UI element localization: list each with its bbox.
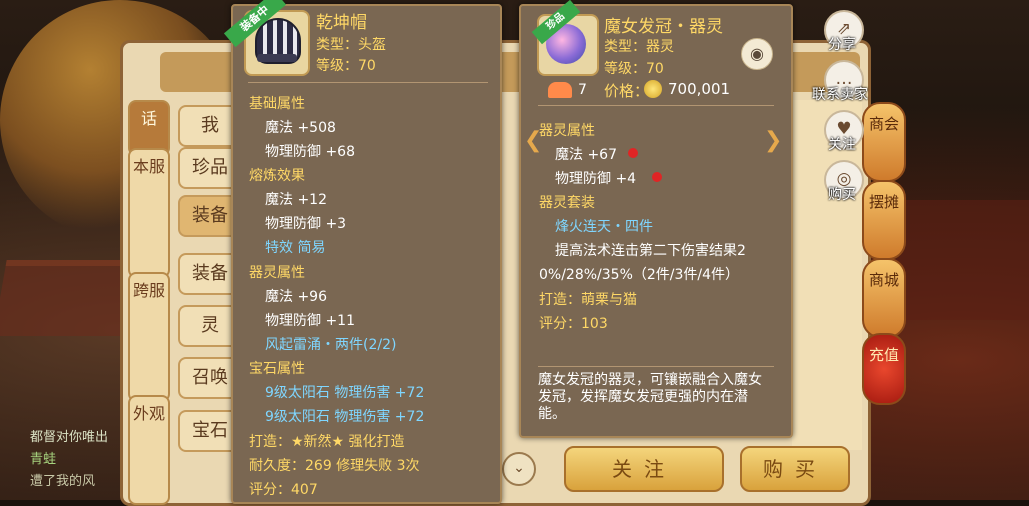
- section-title: 器灵套装: [539, 195, 595, 211]
- coin-icon: [644, 80, 662, 98]
- share-label[interactable]: 分享: [802, 34, 882, 54]
- buy-label[interactable]: 购买: [802, 184, 882, 204]
- red-gem-icon: [652, 172, 662, 182]
- score-line: 评分：103: [539, 316, 608, 332]
- like-count: 7: [578, 82, 587, 98]
- chat-line: 青蛙: [30, 452, 57, 467]
- eye-icon[interactable]: ◉: [741, 38, 773, 70]
- price-label: 价格：: [604, 82, 650, 100]
- price-value: 700,001: [668, 80, 731, 98]
- section-title: 器灵属性: [539, 123, 595, 139]
- red-gem-icon: [628, 148, 638, 158]
- item-name: 乾坤帽: [316, 13, 367, 33]
- score-line: 评分：407: [249, 482, 318, 498]
- follow-label[interactable]: 关注: [802, 134, 882, 154]
- item-type: 类型：器灵: [604, 39, 674, 55]
- divider: [248, 82, 488, 83]
- gem-line: 9级太阳石 物理伤害 +72: [265, 385, 425, 401]
- craft-line: 打造：★新然★ 强化打造: [249, 434, 405, 450]
- item-level: 等级：70: [316, 58, 376, 74]
- tab-local-server[interactable]: 本服: [128, 148, 170, 278]
- helmet-band: [257, 54, 297, 62]
- section-title: 基础属性: [249, 96, 305, 112]
- stat-line: 物理防御 +4: [555, 171, 637, 187]
- buy-button[interactable]: 购买: [740, 446, 850, 492]
- heart-icon: [548, 82, 572, 98]
- set-desc: 提高法术连击第二下伤害结果2: [555, 243, 746, 259]
- follow-button[interactable]: 关注: [564, 446, 724, 492]
- craft-line: 打造：萌栗与猫: [539, 292, 637, 308]
- section-title: 器灵属性: [249, 265, 305, 281]
- stat-line: 特效 简易: [265, 240, 326, 256]
- divider: [538, 105, 774, 106]
- chat-line: 遭了我的风: [30, 474, 96, 489]
- tab-appearance[interactable]: 外观: [128, 395, 170, 505]
- section-title: 宝石属性: [249, 361, 305, 377]
- set-desc: 0%/28%/35%（2件/3件/4件）: [539, 267, 740, 283]
- section-title: 熔炼效果: [249, 168, 305, 184]
- stat-line: 魔法 +12: [265, 192, 327, 208]
- item-name: 魔女发冠・器灵: [604, 17, 723, 37]
- gem-line: 9级太阳石 物理伤害 +72: [265, 409, 425, 425]
- lantern-tab-mall[interactable]: 商城: [862, 258, 906, 338]
- tab-cross-server[interactable]: 跨服: [128, 272, 170, 402]
- stat-line: 物理防御 +11: [265, 313, 355, 329]
- durability-line: 耐久度：269 修理失败 3次: [249, 458, 420, 474]
- item-description: 魔女发冠的器灵，可镶嵌融合入魔女发冠，发挥魔女发冠更强的内在潜能。: [538, 372, 762, 422]
- stat-line: 魔法 +67: [555, 147, 617, 163]
- item-level: 等级：70: [604, 61, 664, 77]
- stat-line: 魔法 +508: [265, 120, 336, 136]
- set-name: 烽火连天・四件: [555, 219, 653, 235]
- lantern-tab-recharge[interactable]: 充值: [862, 333, 906, 405]
- stat-line: 魔法 +96: [265, 289, 327, 305]
- stat-line: 物理防御 +3: [265, 216, 347, 232]
- set-line: 风起雷涌・两件(2/2): [265, 337, 397, 353]
- contact-seller-label[interactable]: 联系卖家: [800, 84, 880, 104]
- divider: [538, 366, 774, 367]
- chat-line: 都督对你唯出: [30, 430, 109, 445]
- chevron-down-icon[interactable]: ⌄: [502, 452, 536, 486]
- item-type: 类型：头盔: [316, 37, 386, 53]
- chevron-right-icon[interactable]: ❯: [764, 128, 782, 153]
- stat-line: 物理防御 +68: [265, 144, 355, 160]
